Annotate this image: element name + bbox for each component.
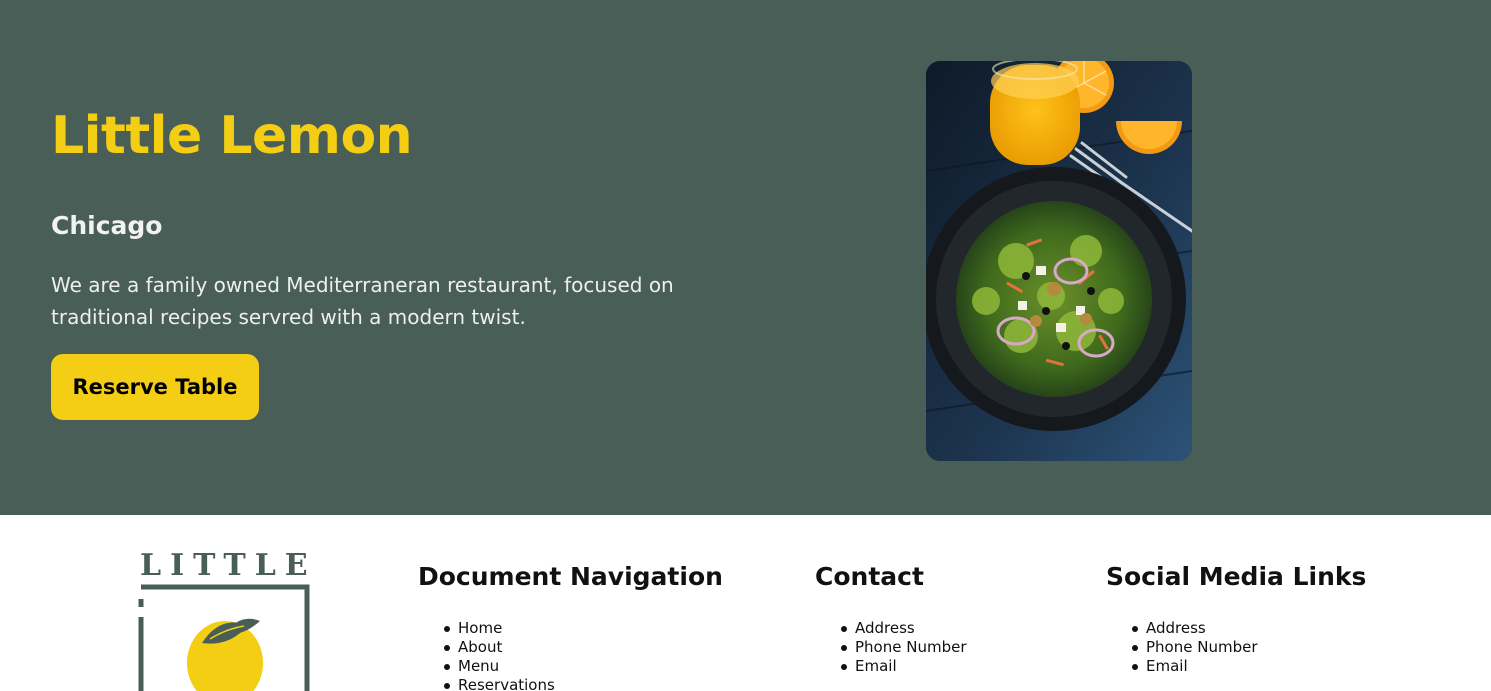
footer-navigation: Document Navigation Home About Menu Rese…: [418, 559, 723, 691]
footer-contact: Contact Address Phone Number Email: [815, 559, 967, 676]
navigation-heading: Document Navigation: [418, 562, 723, 591]
social-list: Address Phone Number Email: [1106, 619, 1366, 676]
social-phone[interactable]: Phone Number: [1106, 638, 1366, 657]
hero-subtitle: Chicago: [51, 211, 163, 240]
navigation-list: Home About Menu Reservations: [418, 619, 723, 691]
salad-photo: [926, 61, 1192, 461]
little-lemon-logo[interactable]: LITTLE: [130, 533, 320, 691]
contact-address[interactable]: Address: [815, 619, 967, 638]
social-heading: Social Media Links: [1106, 562, 1367, 591]
social-email[interactable]: Email: [1106, 657, 1366, 676]
contact-phone[interactable]: Phone Number: [815, 638, 967, 657]
contact-list: Address Phone Number Email: [815, 619, 967, 676]
lemon-icon: [187, 618, 263, 691]
contact-heading: Contact: [815, 562, 924, 591]
logo-text: LITTLE: [140, 548, 317, 583]
reserve-table-button[interactable]: Reserve Table: [51, 354, 259, 420]
contact-email[interactable]: Email: [815, 657, 967, 676]
hero-section: Little Lemon Chicago We are a family own…: [0, 0, 1491, 515]
hero-title: Little Lemon: [51, 106, 413, 166]
page-footer: LITTLE Document Navigation Home About Me…: [0, 515, 1491, 691]
nav-link-about[interactable]: About: [418, 638, 723, 657]
nav-link-home[interactable]: Home: [418, 619, 723, 638]
hero-description: We are a family owned Mediterraneran res…: [51, 273, 674, 329]
nav-link-menu[interactable]: Menu: [418, 657, 723, 676]
social-address[interactable]: Address: [1106, 619, 1366, 638]
footer-social-media: Social Media Links Address Phone Number …: [1106, 559, 1366, 676]
nav-link-reservations[interactable]: Reservations: [418, 676, 723, 691]
